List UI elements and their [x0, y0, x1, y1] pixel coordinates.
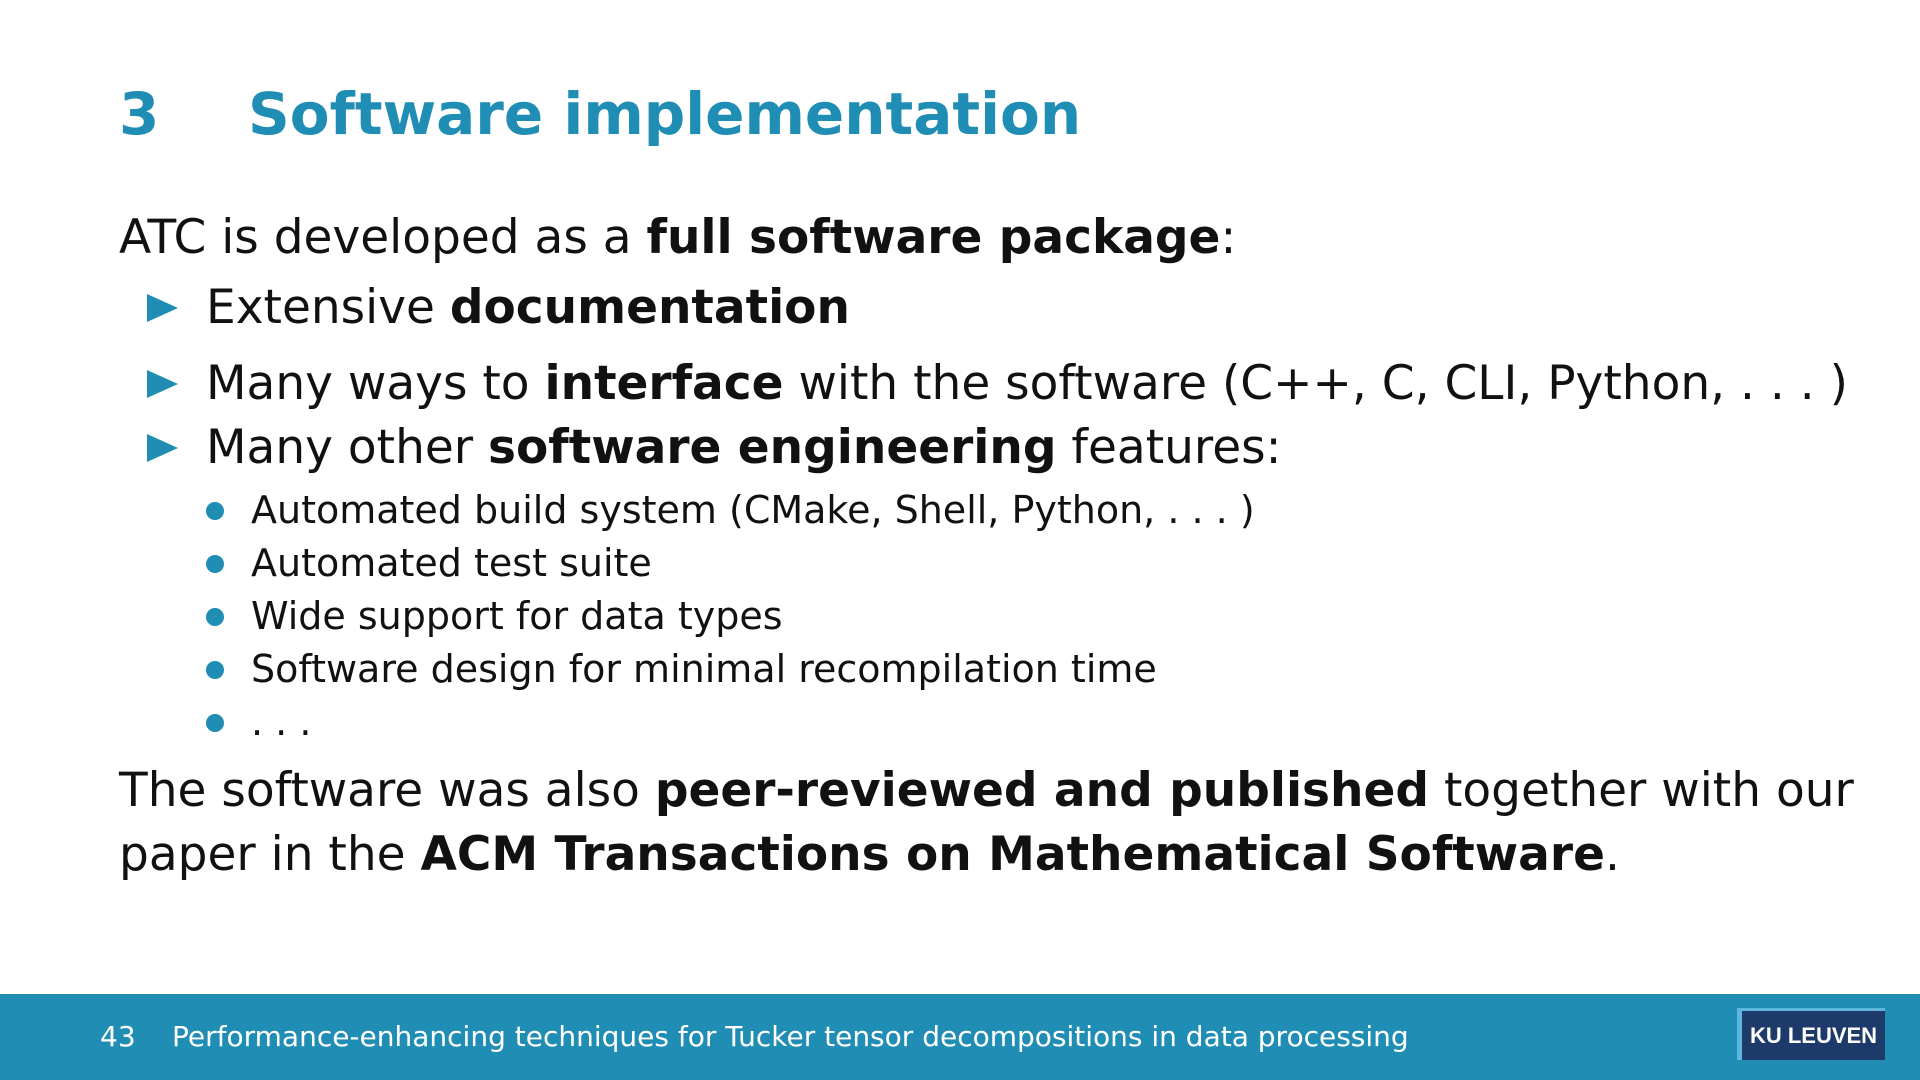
closing-bold-peer-reviewed: peer-reviewed and published — [654, 763, 1430, 818]
intro-paragraph: ATC is developed as a full software pack… — [119, 206, 1819, 270]
closing-prefix: The software was also — [119, 763, 655, 818]
slide-title: 3 Software implementation — [119, 80, 1081, 150]
title-text: Software implementation — [248, 80, 1082, 148]
section-number: 3 — [119, 80, 160, 148]
sub-item-text: Software design for minimal recompilatio… — [251, 647, 1157, 691]
bullet-bold: software engineering — [488, 420, 1057, 475]
sub-item-ellipsis: . . . — [206, 696, 1819, 749]
bullet-suffix: with the software (C++, C, CLI, Python, … — [783, 356, 1848, 411]
intro-suffix: : — [1220, 210, 1237, 265]
bullet-prefix: Many ways to — [206, 356, 545, 411]
bullet-list: Extensive documentation Many ways to int… — [119, 276, 1848, 749]
dot-bullet-icon — [206, 502, 224, 520]
closing-paragraph: The software was also peer-reviewed and … — [119, 759, 1854, 887]
footer-bar: 43 Performance-enhancing techniques for … — [0, 994, 1920, 1080]
dot-bullet-icon — [206, 555, 224, 573]
sub-item-build-system: Automated build system (CMake, Shell, Py… — [206, 484, 1819, 537]
closing-mid2: paper in the — [119, 827, 421, 882]
closing-suffix: . — [1604, 827, 1620, 882]
bullet-bold: interface — [544, 356, 784, 411]
dot-bullet-icon — [206, 608, 224, 626]
intro-bold: full software package — [646, 210, 1221, 265]
dot-bullet-icon — [206, 661, 224, 679]
sub-item-test-suite: Automated test suite — [206, 537, 1819, 590]
logo-text: KU LEUVEN — [1749, 1022, 1878, 1048]
bullet-item-documentation: Extensive documentation — [119, 276, 1819, 340]
footer-title: Performance-enhancing techniques for Tuc… — [172, 1020, 1409, 1053]
sub-bullet-list: Automated build system (CMake, Shell, Py… — [206, 484, 1819, 749]
sub-item-text: . . . — [251, 700, 312, 744]
closing-mid: together with our — [1429, 763, 1854, 818]
intro-prefix: ATC is developed as a — [119, 210, 647, 265]
triangle-bullet-icon — [147, 434, 178, 462]
sub-item-recompilation: Software design for minimal recompilatio… — [206, 643, 1819, 696]
bullet-prefix: Extensive — [206, 280, 450, 335]
slide-content: ATC is developed as a full software pack… — [119, 206, 1854, 887]
dot-bullet-icon — [206, 714, 224, 732]
bullet-bold: documentation — [449, 280, 850, 335]
bullet-prefix: Many other — [206, 420, 489, 475]
sub-item-text: Automated test suite — [251, 541, 652, 585]
sub-item-text: Wide support for data types — [251, 594, 783, 638]
bullet-suffix: features: — [1056, 420, 1282, 475]
bullet-item-interface: Many ways to interface with the software… — [119, 352, 1848, 416]
page-number: 43 — [100, 1020, 136, 1053]
bullet-item-engineering: Many other software engineering features… — [119, 416, 1819, 749]
sub-item-data-types: Wide support for data types — [206, 590, 1819, 643]
closing-bold-journal: ACM Transactions on Mathematical Softwar… — [420, 827, 1605, 882]
triangle-bullet-icon — [147, 294, 178, 322]
sub-item-text: Automated build system (CMake, Shell, Py… — [251, 488, 1255, 532]
ku-leuven-logo: KU LEUVEN — [1737, 1008, 1885, 1060]
triangle-bullet-icon — [147, 370, 178, 398]
